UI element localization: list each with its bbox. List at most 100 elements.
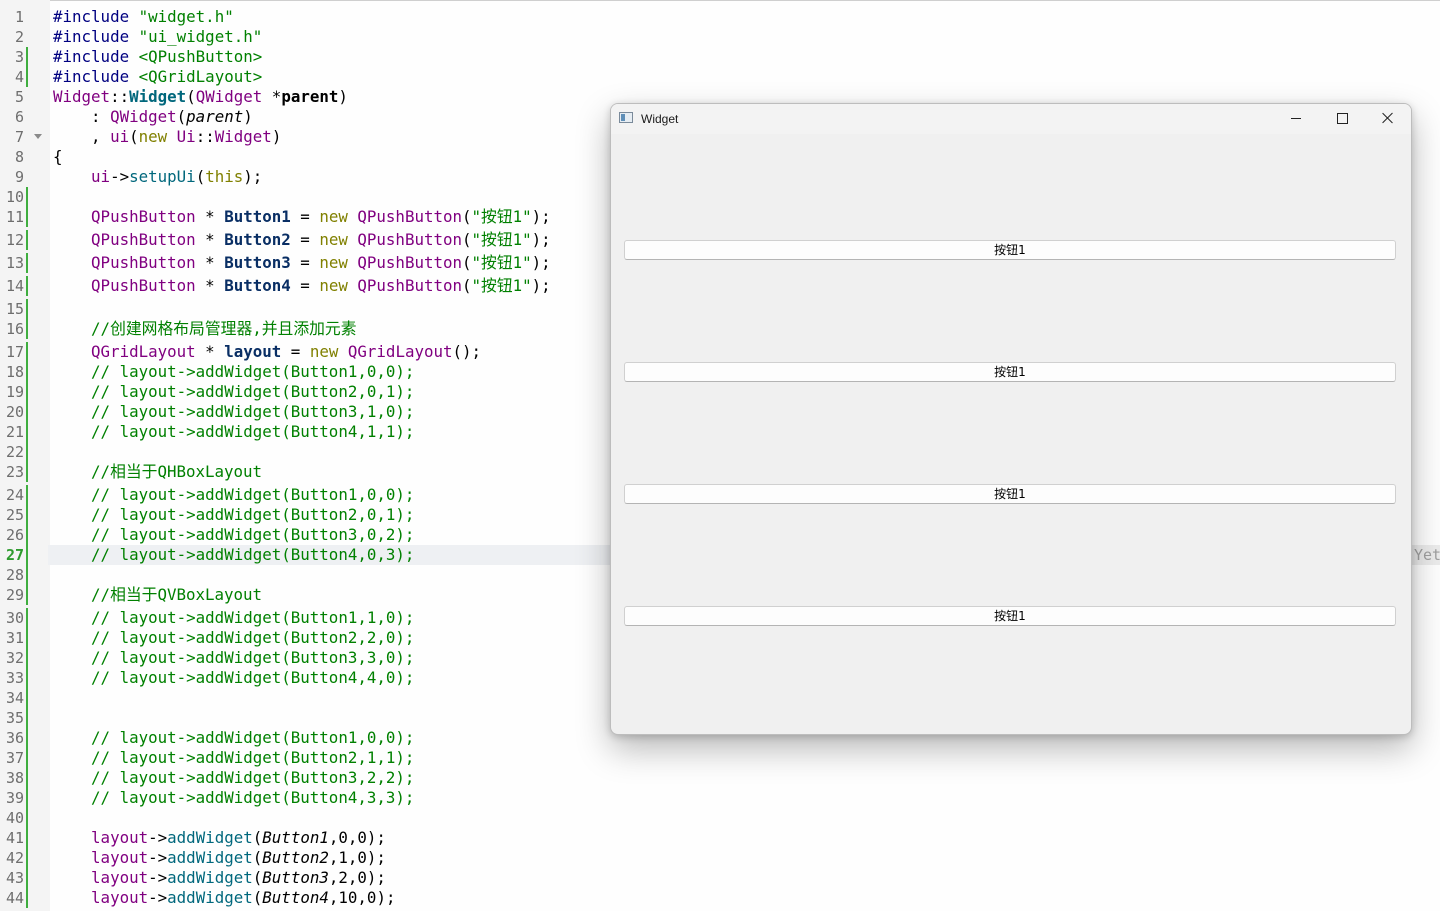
code-token: , bbox=[328, 868, 339, 887]
code-line[interactable]: // layout->addWidget(Button4,3,3); bbox=[53, 788, 414, 808]
modified-line-marker bbox=[26, 545, 28, 565]
code-line[interactable]: QPushButton * Button4 = new QPushButton(… bbox=[53, 276, 551, 296]
code-line[interactable]: QGridLayout * layout = new QGridLayout()… bbox=[53, 342, 481, 362]
code-line[interactable]: // layout->addWidget(Button3,0,2); bbox=[53, 525, 414, 545]
code-token: // layout->addWidget(Button1,1,0); bbox=[53, 608, 415, 627]
code-token: // layout->addWidget(Button3,3,0); bbox=[53, 648, 415, 667]
line-number: 28 bbox=[5, 566, 24, 584]
line-number: 16 bbox=[5, 320, 24, 338]
code-line[interactable]: QPushButton * Button3 = new QPushButton(… bbox=[53, 253, 551, 273]
code-token: layout bbox=[224, 342, 282, 361]
code-line[interactable]: layout->addWidget(Button4,10,0); bbox=[53, 888, 395, 908]
code-token: ); bbox=[366, 848, 386, 867]
code-line[interactable]: layout->addWidget(Button3,2,0); bbox=[53, 868, 386, 888]
code-line[interactable]: //创建网格布局管理器,并且添加元素 bbox=[53, 319, 357, 339]
modified-line-marker bbox=[26, 748, 28, 768]
code-line[interactable]: // layout->addWidget(Button2,0,1); bbox=[53, 382, 414, 402]
line-number: 3 bbox=[14, 48, 24, 66]
code-line[interactable]: // layout->addWidget(Button4,0,3); bbox=[53, 545, 414, 565]
code-line[interactable]: // layout->addWidget(Button4,1,1); bbox=[53, 422, 414, 442]
code-line[interactable]: // layout->addWidget(Button1,0,0); bbox=[53, 728, 414, 748]
code-token: layout bbox=[91, 828, 149, 847]
line-number: 7 bbox=[14, 128, 24, 146]
code-line[interactable]: #include "ui_widget.h" bbox=[53, 27, 262, 47]
code-token: new bbox=[319, 230, 358, 249]
line-number: 40 bbox=[5, 809, 24, 827]
modified-line-marker bbox=[26, 207, 28, 227]
code-token: Button1 bbox=[224, 207, 291, 226]
modified-line-marker bbox=[26, 848, 28, 868]
code-token: // layout->addWidget(Button2,0,1); bbox=[53, 382, 415, 401]
modified-line-marker bbox=[26, 230, 28, 250]
code-line[interactable]: ui->setupUi(this); bbox=[53, 167, 262, 187]
code-token: ); bbox=[366, 868, 386, 887]
code-line[interactable]: QPushButton * Button2 = new QPushButton(… bbox=[53, 230, 551, 250]
code-line[interactable]: // layout->addWidget(Button2,0,1); bbox=[53, 505, 414, 525]
code-line[interactable]: // layout->addWidget(Button1,0,0); bbox=[53, 485, 414, 505]
line-number: 24 bbox=[5, 486, 24, 504]
code-line[interactable]: // layout->addWidget(Button2,2,0); bbox=[53, 628, 414, 648]
push-button-2[interactable]: 按钮1 bbox=[624, 362, 1396, 382]
code-line[interactable]: //相当于QHBoxLayout bbox=[53, 462, 262, 482]
modified-line-marker bbox=[26, 47, 28, 67]
modified-line-marker bbox=[26, 728, 28, 748]
modified-line-marker bbox=[26, 888, 28, 908]
code-token: QGridLayout bbox=[347, 342, 453, 361]
code-line[interactable]: QPushButton * Button1 = new QPushButton(… bbox=[53, 207, 551, 227]
maximize-icon[interactable] bbox=[1319, 104, 1365, 134]
code-line[interactable]: #include <QPushButton> bbox=[53, 47, 262, 67]
code-token: : bbox=[53, 107, 111, 126]
code-token: //相当于QHBoxLayout bbox=[53, 462, 263, 481]
modified-line-marker bbox=[26, 299, 28, 319]
line-number: 15 bbox=[5, 300, 24, 318]
modified-line-marker bbox=[26, 585, 28, 605]
modified-line-marker bbox=[26, 828, 28, 848]
code-line[interactable]: // layout->addWidget(Button3,3,0); bbox=[53, 648, 414, 668]
code-token: "按钮1" bbox=[471, 276, 532, 295]
modified-line-marker bbox=[26, 253, 28, 273]
code-line[interactable]: #include "widget.h" bbox=[53, 7, 234, 27]
code-token: ( bbox=[252, 888, 263, 907]
push-button-3[interactable]: 按钮1 bbox=[624, 484, 1396, 504]
code-line[interactable]: #include <QGridLayout> bbox=[53, 67, 262, 87]
code-line[interactable]: , ui(new Ui::Widget) bbox=[53, 127, 281, 147]
code-token: new bbox=[319, 253, 358, 272]
fold-arrow-icon[interactable] bbox=[34, 134, 42, 139]
line-number: 27 bbox=[5, 546, 24, 564]
code-token: // layout->addWidget(Button4,1,1); bbox=[53, 422, 415, 441]
line-number: 34 bbox=[5, 689, 24, 707]
widget-window[interactable]: Widget 按钮1 按钮1 按钮1 按钮1 bbox=[610, 103, 1412, 735]
line-number: 2 bbox=[14, 28, 24, 46]
code-token: //相当于QVBoxLayout bbox=[53, 585, 263, 604]
close-icon[interactable] bbox=[1365, 104, 1411, 134]
code-line[interactable]: // layout->addWidget(Button3,2,2); bbox=[53, 768, 414, 788]
code-token: ( bbox=[462, 230, 472, 249]
code-line[interactable]: // layout->addWidget(Button1,0,0); bbox=[53, 362, 414, 382]
minimize-icon[interactable] bbox=[1273, 104, 1319, 134]
code-line[interactable]: : QWidget(parent) bbox=[53, 107, 253, 127]
code-token: ) bbox=[271, 127, 282, 146]
window-titlebar[interactable]: Widget bbox=[611, 104, 1411, 134]
line-number: 8 bbox=[14, 148, 24, 166]
push-button-4[interactable]: 按钮1 bbox=[624, 606, 1396, 626]
code-token: new bbox=[319, 207, 358, 226]
code-token: QWidget bbox=[110, 107, 177, 126]
code-token: "ui_widget.h" bbox=[138, 27, 263, 46]
code-line[interactable]: { bbox=[53, 147, 63, 167]
code-line[interactable]: // layout->addWidget(Button1,1,0); bbox=[53, 608, 414, 628]
code-token: ( bbox=[176, 107, 187, 126]
code-line[interactable]: //相当于QVBoxLayout bbox=[53, 585, 262, 605]
code-line[interactable]: layout->addWidget(Button2,1,0); bbox=[53, 848, 386, 868]
line-number: 4 bbox=[14, 68, 24, 86]
push-button-1[interactable]: 按钮1 bbox=[624, 240, 1396, 260]
code-line[interactable]: // layout->addWidget(Button4,4,0); bbox=[53, 668, 414, 688]
line-number: 31 bbox=[5, 629, 24, 647]
code-line[interactable]: layout->addWidget(Button1,0,0); bbox=[53, 828, 386, 848]
code-token: // layout->addWidget(Button3,0,2); bbox=[53, 525, 415, 544]
code-line[interactable]: // layout->addWidget(Button3,1,0); bbox=[53, 402, 414, 422]
code-line[interactable]: // layout->addWidget(Button2,1,1); bbox=[53, 748, 414, 768]
line-number: 1 bbox=[14, 8, 24, 26]
code-line[interactable]: Widget::Widget(QWidget *parent) bbox=[53, 87, 348, 107]
